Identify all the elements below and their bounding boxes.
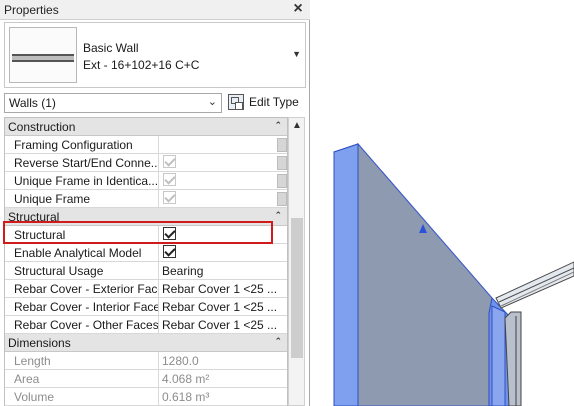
- checkbox-icon[interactable]: [163, 227, 176, 240]
- collapse-icon[interactable]: ⌃: [274, 120, 282, 131]
- property-name: Rebar Cover - Other Faces: [5, 316, 159, 333]
- checkbox-icon: [163, 191, 176, 204]
- close-icon[interactable]: ×: [290, 0, 306, 19]
- property-row-volume[interactable]: Volume 0.618 m³: [5, 388, 287, 406]
- row-scroll-segment: [277, 192, 287, 206]
- property-row-enable-analytical-model[interactable]: Enable Analytical Model: [5, 244, 287, 262]
- properties-grid: Construction ⌃ Framing Configuration Revers…: [4, 117, 288, 406]
- edit-type-button[interactable]: Edit Type: [226, 93, 306, 113]
- group-construction[interactable]: Construction ⌃: [5, 118, 287, 136]
- property-name: Reverse Start/End Conne...: [5, 154, 159, 171]
- property-name: Structural: [5, 226, 159, 243]
- property-value: [159, 244, 276, 261]
- property-name: Unique Frame in Identica...: [5, 172, 159, 189]
- checkbox-icon[interactable]: [163, 245, 176, 258]
- property-name: Structural Usage: [5, 262, 159, 279]
- property-name: Rebar Cover - Exterior Face: [5, 280, 159, 297]
- property-value: [159, 172, 276, 189]
- property-value[interactable]: [159, 136, 276, 153]
- group-dimensions[interactable]: Dimensions ⌃: [5, 334, 287, 352]
- 3d-view[interactable]: [311, 0, 574, 406]
- property-row-rebar-cover-other-faces[interactable]: Rebar Cover - Other Faces Rebar Cover 1 <…: [5, 316, 287, 334]
- scroll-thumb[interactable]: [291, 218, 303, 358]
- property-row-length[interactable]: Length 1280.0: [5, 352, 287, 370]
- property-value: 4.068 m²: [162, 372, 210, 386]
- property-value: [159, 190, 276, 207]
- property-name: Rebar Cover - Interior Face: [5, 298, 159, 315]
- type-name-label: Ext - 16+102+16 C+C: [83, 58, 200, 72]
- instance-filter-row: Walls (1) ⌄ Edit Type: [4, 93, 306, 115]
- collapse-icon[interactable]: ⌃: [274, 336, 282, 347]
- wall-3d-drawing: [333, 142, 574, 406]
- adjacent-beam: [495, 261, 574, 309]
- property-value: [159, 154, 276, 171]
- group-label: Dimensions: [8, 336, 71, 350]
- group-label: Construction: [8, 120, 76, 134]
- property-row-reverse-start-end-conne[interactable]: Reverse Start/End Conne...: [5, 154, 287, 172]
- property-row-unique-frame-in-identica[interactable]: Unique Frame in Identica...: [5, 172, 287, 190]
- property-value: 1280.0: [162, 354, 199, 368]
- property-name: Framing Configuration: [5, 136, 159, 153]
- property-value[interactable]: Rebar Cover 1 <25 ...: [159, 280, 276, 297]
- grid-scrollbar[interactable]: ▲: [288, 117, 305, 406]
- property-value[interactable]: Rebar Cover 1 <25 ...: [159, 316, 276, 333]
- property-name: Enable Analytical Model: [5, 244, 159, 261]
- collapse-icon[interactable]: ⌃: [274, 210, 282, 221]
- property-name: Area: [5, 370, 159, 387]
- property-value[interactable]: Bearing: [159, 262, 276, 279]
- group-label: Structural: [8, 210, 60, 224]
- wall-type-thumbnail: [9, 27, 77, 83]
- property-name: Unique Frame: [5, 190, 159, 207]
- property-value: 0.618 m³: [162, 390, 210, 404]
- property-value: [159, 226, 276, 243]
- element-filter-select[interactable]: Walls (1) ⌄: [4, 93, 222, 113]
- row-scroll-segment: [277, 138, 287, 152]
- wall-selected-end: [333, 143, 359, 406]
- property-value[interactable]: Rebar Cover 1 <25 ...: [159, 298, 276, 315]
- row-scroll-segment: [277, 156, 287, 170]
- property-row-area[interactable]: Area 4.068 m²: [5, 370, 287, 388]
- properties-palette: Properties × Basic Wall Ext - 16+102+16 …: [0, 0, 310, 406]
- property-name: Length: [5, 352, 159, 369]
- wall-face: [357, 142, 493, 406]
- filter-value: Walls (1): [9, 96, 56, 110]
- property-row-framing-configuration[interactable]: Framing Configuration: [5, 136, 287, 154]
- row-scroll-segment: [277, 174, 287, 188]
- palette-title-bar: Properties ×: [0, 0, 310, 20]
- group-structural[interactable]: Structural ⌃: [5, 208, 287, 226]
- chevron-down-icon: ⌄: [207, 96, 217, 108]
- palette-title: Properties: [4, 3, 59, 17]
- property-name: Volume: [5, 388, 159, 405]
- checkbox-icon: [163, 173, 176, 186]
- checkbox-icon: [163, 155, 176, 168]
- wall-corner-inner: [491, 305, 506, 406]
- property-row-structural[interactable]: Structural: [5, 226, 287, 244]
- property-row-structural-usage[interactable]: Structural Usage Bearing: [5, 262, 287, 280]
- property-row-rebar-cover-interior-face[interactable]: Rebar Cover - Interior Face Rebar Cover 1…: [5, 298, 287, 316]
- scroll-up-icon[interactable]: ▲: [291, 120, 303, 132]
- edit-type-label: Edit Type: [249, 95, 299, 109]
- type-family-label: Basic Wall: [83, 41, 139, 55]
- property-row-unique-frame[interactable]: Unique Frame: [5, 190, 287, 208]
- dropdown-arrow-icon[interactable]: ▼: [292, 49, 301, 59]
- type-selector[interactable]: Basic Wall Ext - 16+102+16 C+C ▼: [4, 22, 306, 88]
- property-row-rebar-cover-exterior-face[interactable]: Rebar Cover - Exterior Face Rebar Cover 1…: [5, 280, 287, 298]
- edit-type-icon: [228, 94, 244, 110]
